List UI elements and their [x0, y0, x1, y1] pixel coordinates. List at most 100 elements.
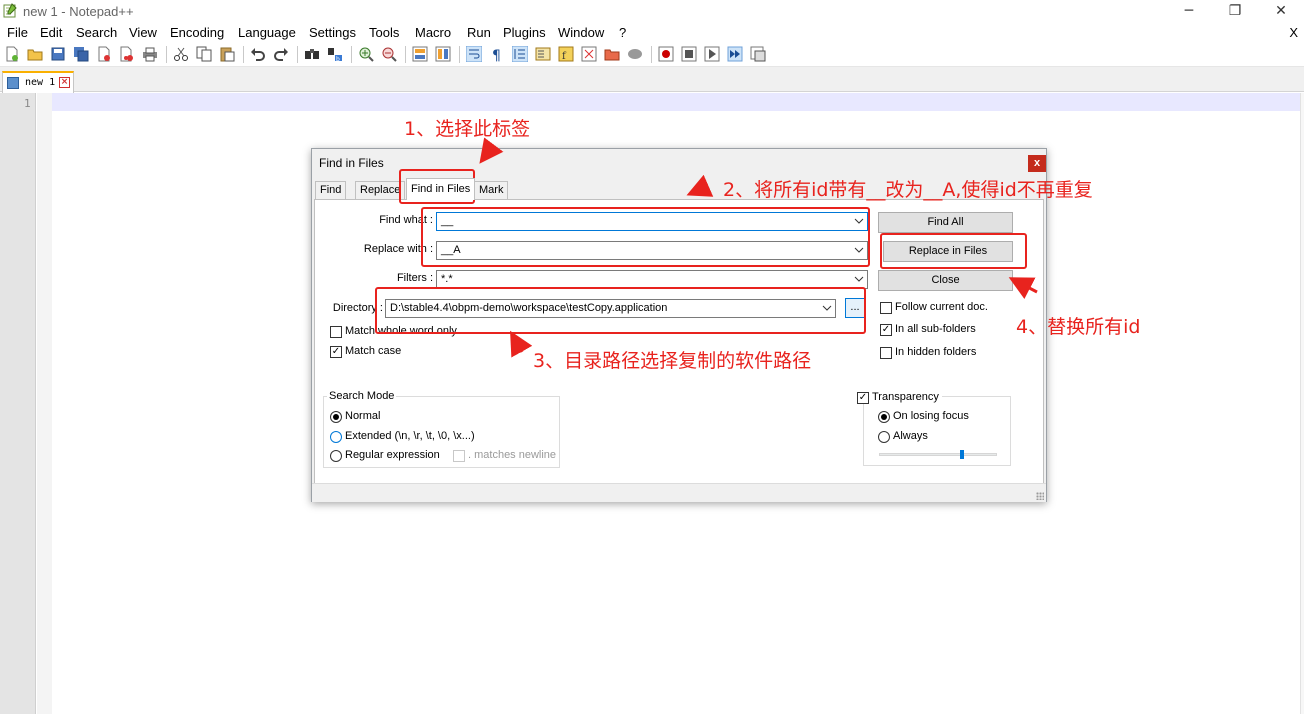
save-icon[interactable] [50, 46, 66, 62]
annotation-box-directory [375, 287, 866, 334]
current-line-highlight [52, 93, 1300, 111]
sync-vertical-icon[interactable] [412, 46, 428, 62]
save-all-icon[interactable] [73, 46, 89, 62]
close-icon[interactable] [96, 46, 112, 62]
filters-value: *.* [441, 273, 453, 285]
menu-run[interactable]: Run [467, 25, 491, 40]
menu-window[interactable]: Window [558, 25, 604, 40]
tab-find[interactable]: Find [315, 181, 347, 199]
notepad-plus-plus-window: new 1 - Notepad++ ─ ❐ ✕ File Edit Search… [0, 0, 1304, 714]
tab-replace[interactable]: Replace [355, 181, 406, 199]
show-all-chars-icon[interactable]: ¶ [489, 46, 505, 62]
zoom-in-icon[interactable] [358, 46, 374, 62]
toolbar-separator [405, 46, 406, 63]
menu-view[interactable]: View [129, 25, 157, 40]
radio-dot [330, 450, 342, 462]
radio-dot [878, 431, 890, 443]
saved-state-icon [7, 77, 19, 89]
line-number-gutter: 1 [0, 93, 36, 714]
line-number: 1 [24, 97, 31, 110]
tab-new-1[interactable]: new 1 × [2, 71, 74, 93]
slider-thumb[interactable] [960, 450, 964, 459]
menu-tools[interactable]: Tools [369, 25, 399, 40]
close-all-icon[interactable] [119, 46, 135, 62]
find-all-button[interactable]: Find All [878, 212, 1013, 233]
monitoring-icon[interactable] [627, 46, 643, 62]
close-button[interactable]: Close [878, 270, 1013, 291]
find-icon[interactable] [304, 46, 320, 62]
folder-icon[interactable] [604, 46, 620, 62]
tab-find-in-files[interactable]: Find in Files [406, 178, 476, 200]
in-hidden-folders-checkbox[interactable]: In hidden folders [880, 346, 977, 359]
replace-icon[interactable]: b [327, 46, 343, 62]
follow-current-doc-checkbox[interactable]: Follow current doc. [880, 301, 988, 314]
cut-icon[interactable] [173, 46, 189, 62]
toolbar-separator [297, 46, 298, 63]
menu-macro[interactable]: Macro [415, 25, 451, 40]
tab-label: new 1 [25, 77, 56, 88]
directory-label: Directory : [332, 302, 383, 314]
tab-mark[interactable]: Mark [474, 181, 509, 199]
record-macro-icon[interactable] [658, 46, 674, 62]
on-losing-focus-label: On losing focus [893, 410, 969, 422]
zoom-out-icon[interactable] [381, 46, 397, 62]
window-close-button[interactable]: ✕ [1258, 0, 1304, 22]
vertical-scrollbar[interactable] [1300, 93, 1304, 714]
menu-edit[interactable]: Edit [40, 25, 62, 40]
menu-settings[interactable]: Settings [309, 25, 356, 40]
folder-workspace-icon[interactable] [581, 46, 597, 62]
search-mode-extended-radio[interactable]: Extended (\n, \r, \t, \0, \x...) [330, 430, 475, 443]
tab-close-icon[interactable]: × [59, 77, 70, 88]
menu-language[interactable]: Language [238, 25, 296, 40]
copy-icon[interactable] [196, 46, 212, 62]
always-label: Always [893, 430, 928, 442]
in-hidden-folders-label: In hidden folders [895, 346, 977, 358]
undo-icon[interactable] [250, 46, 266, 62]
transparency-always-radio[interactable]: Always [878, 430, 928, 443]
maximize-button[interactable]: ❐ [1212, 0, 1258, 22]
document-map-icon[interactable] [535, 46, 551, 62]
checkbox-box [330, 326, 342, 338]
matches-newline-checkbox[interactable]: . matches newline [453, 449, 556, 462]
transparency-checkbox[interactable]: ✓ Transparency [857, 391, 942, 404]
function-list-icon[interactable]: f [558, 46, 574, 62]
menu-search[interactable]: Search [76, 25, 117, 40]
window-title: new 1 - Notepad++ [23, 4, 134, 19]
radio-dot [878, 411, 890, 423]
sync-horizontal-icon[interactable] [435, 46, 451, 62]
stop-macro-icon[interactable] [681, 46, 697, 62]
run-macro-multiple-icon[interactable] [727, 46, 743, 62]
transparency-slider[interactable] [879, 453, 997, 456]
open-file-icon[interactable] [27, 46, 43, 62]
dialog-close-button[interactable]: x [1028, 155, 1046, 172]
menu-help[interactable]: ? [619, 25, 626, 40]
redo-icon[interactable] [273, 46, 289, 62]
search-mode-regex-radio[interactable]: Regular expression [330, 449, 440, 462]
filters-label: Filters : [396, 272, 433, 284]
search-mode-normal-radio[interactable]: Normal [330, 410, 380, 423]
menu-encoding[interactable]: Encoding [170, 25, 224, 40]
radio-dot [330, 411, 342, 423]
checkbox-box [880, 302, 892, 314]
resize-grip-icon[interactable] [1036, 492, 1044, 500]
transparency-on-losing-focus-radio[interactable]: On losing focus [878, 410, 969, 423]
play-macro-icon[interactable] [704, 46, 720, 62]
print-icon[interactable] [142, 46, 158, 62]
toolbar-separator [166, 46, 167, 63]
indent-guide-icon[interactable] [512, 46, 528, 62]
dialog-title: Find in Files [319, 156, 384, 170]
word-wrap-icon[interactable] [466, 46, 482, 62]
menu-plugins[interactable]: Plugins [503, 25, 546, 40]
in-all-sub-folders-checkbox[interactable]: ✓ In all sub-folders [880, 323, 976, 336]
chevron-down-icon[interactable] [854, 274, 864, 284]
menu-file[interactable]: File [7, 25, 28, 40]
match-case-checkbox[interactable]: ✓ Match case [330, 345, 401, 358]
paste-icon[interactable] [219, 46, 235, 62]
save-macro-icon[interactable] [750, 46, 766, 62]
annotation-box-find-replace-fields [421, 207, 870, 267]
toolbar-separator [651, 46, 652, 63]
minimize-button[interactable]: ─ [1166, 0, 1212, 22]
new-file-icon[interactable] [4, 46, 20, 62]
find-what-label: Find what : [379, 214, 433, 226]
close-document-x[interactable]: X [1289, 25, 1298, 40]
